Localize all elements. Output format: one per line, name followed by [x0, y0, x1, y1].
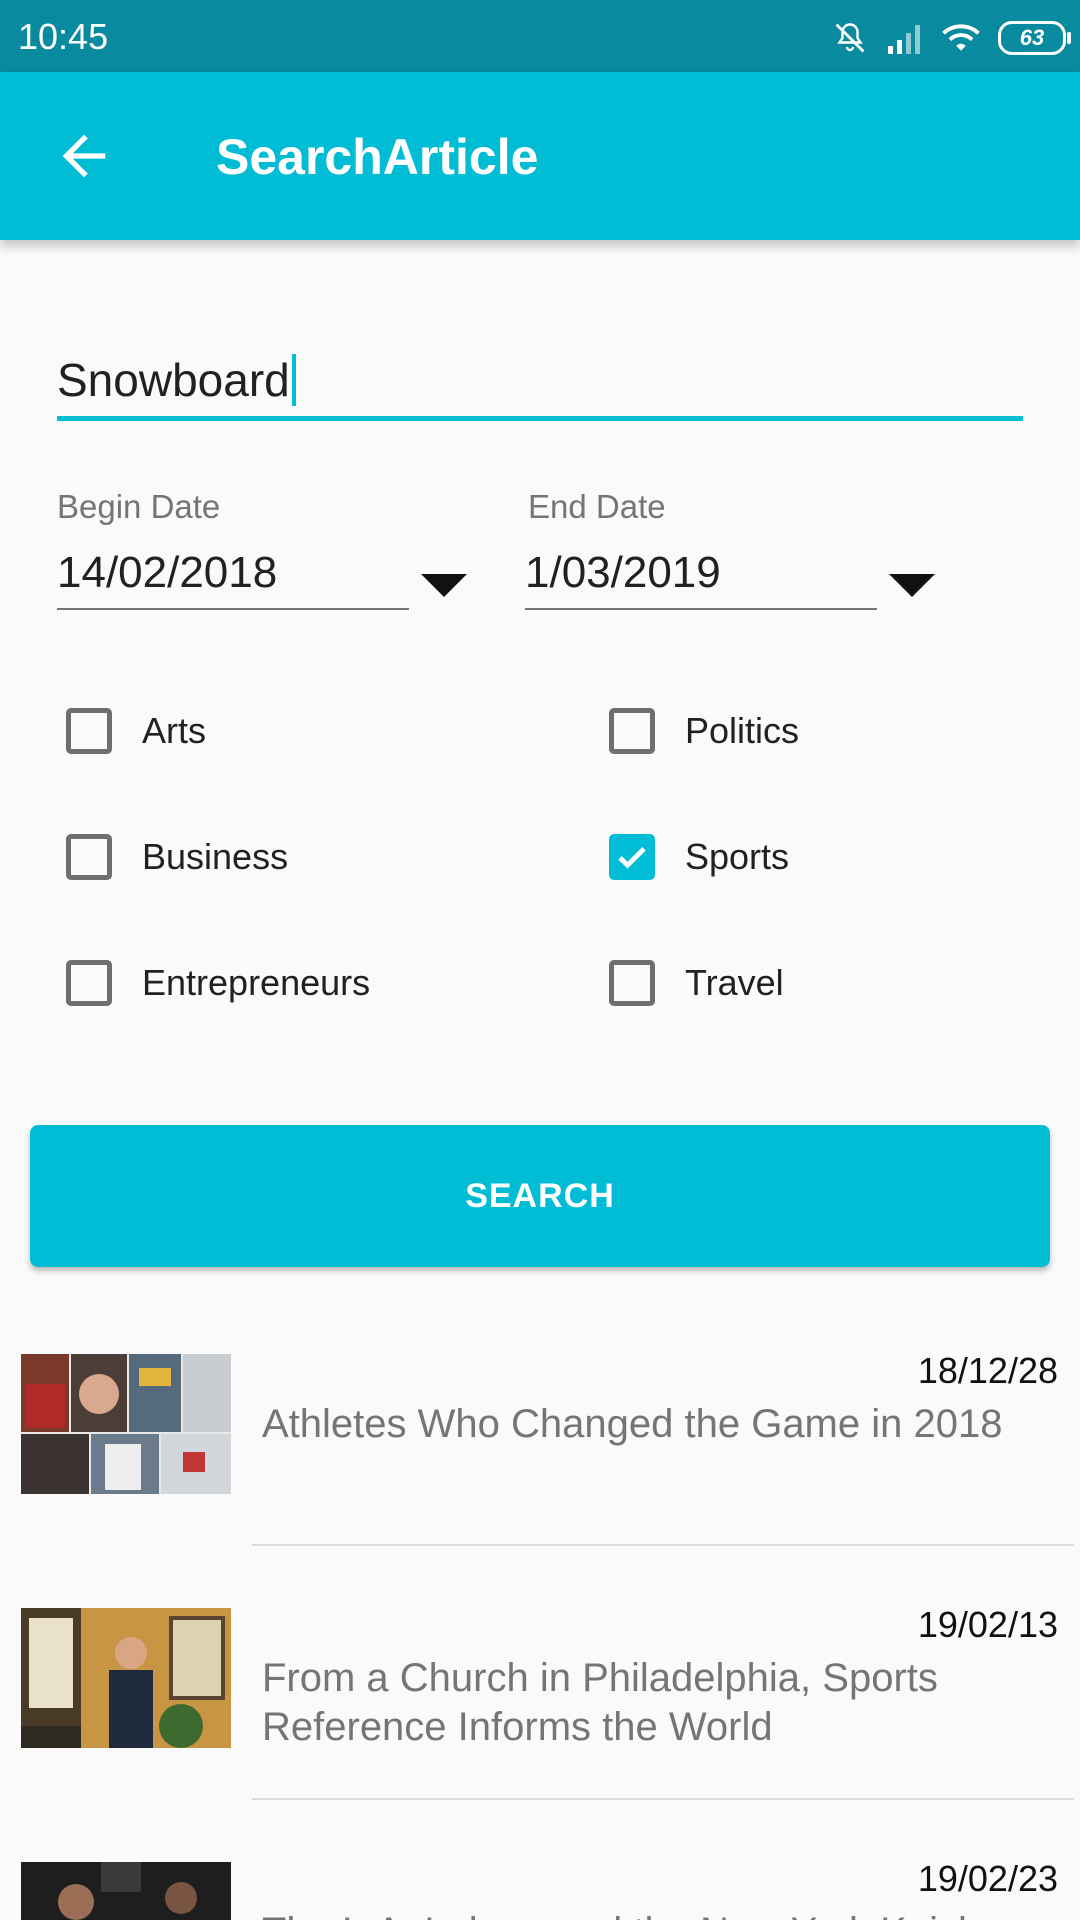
article-item[interactable]: 19/02/13 From a Church in Philadelphia, … — [0, 1584, 1080, 1836]
article-item[interactable]: 19/02/23 The L.A. Lakers and the New Yor… — [0, 1838, 1080, 1920]
article-item[interactable]: 18/12/28 Athletes Who Changed the Game i… — [0, 1330, 1080, 1582]
checkbox-travel[interactable]: Travel — [609, 960, 784, 1006]
text-cursor — [291, 354, 296, 406]
begin-date-field[interactable]: 14/02/2018 — [57, 548, 409, 610]
article-title: Athletes Who Changed the Game in 2018 — [262, 1402, 1003, 1446]
checkbox-box[interactable] — [609, 708, 655, 754]
search-input[interactable]: Snowboard — [57, 344, 1023, 421]
article-thumbnail — [21, 1354, 231, 1494]
article-date: 19/02/13 — [917, 1604, 1058, 1645]
app-bar: SearchArticle — [0, 72, 1080, 240]
search-button[interactable]: SEARCH — [30, 1125, 1050, 1267]
end-date-label: End Date — [528, 488, 666, 525]
checkbox-label: Entrepreneurs — [142, 962, 371, 1003]
status-bar: 10:45 63 — [0, 0, 1080, 72]
end-date-field[interactable]: 1/03/2019 — [525, 548, 877, 610]
checkbox-box[interactable] — [66, 834, 112, 880]
checkbox-sports[interactable]: Sports — [609, 834, 789, 880]
article-title: The L.A. Lakers and the New York Knicks:… — [262, 1908, 1062, 1920]
check-icon — [618, 847, 646, 869]
arrow-left-icon — [62, 134, 106, 178]
status-icons: 63 — [832, 18, 1071, 58]
app-title: SearchArticle — [216, 129, 539, 185]
checkbox-politics[interactable]: Politics — [609, 708, 799, 754]
article-title: From a Church in Philadelphia, Sports Re… — [262, 1656, 938, 1749]
checkbox-box[interactable] — [66, 960, 112, 1006]
end-date-value: 1/03/2019 — [525, 548, 721, 597]
checkbox-box[interactable] — [66, 708, 112, 754]
checkbox-label: Travel — [685, 962, 784, 1003]
checkbox-arts[interactable]: Arts — [66, 708, 206, 754]
divider — [252, 1798, 1074, 1800]
checkbox-entrepreneurs[interactable]: Entrepreneurs — [66, 960, 370, 1006]
checkbox-label: Politics — [685, 710, 800, 751]
checkbox-label: Arts — [142, 710, 207, 751]
signal-icon — [888, 25, 920, 54]
begin-date-dropdown-icon[interactable] — [421, 574, 467, 597]
begin-date-label: Begin Date — [57, 488, 221, 525]
checkbox-label: Business — [142, 836, 289, 877]
mute-icon — [835, 23, 865, 53]
article-thumbnail — [21, 1862, 231, 1920]
back-button[interactable] — [52, 124, 116, 188]
status-time: 10:45 — [18, 16, 109, 57]
article-thumbnail — [21, 1608, 231, 1748]
end-date-dropdown-icon[interactable] — [889, 574, 935, 597]
checkbox-business[interactable]: Business — [66, 834, 288, 880]
battery-level: 63 — [1019, 25, 1045, 50]
battery-icon: 63 — [998, 21, 1071, 55]
checkbox-label: Sports — [685, 836, 790, 877]
begin-date-value: 14/02/2018 — [57, 548, 278, 597]
wifi-icon — [942, 24, 980, 51]
search-input-value: Snowboard — [57, 354, 290, 406]
checkbox-box[interactable] — [609, 960, 655, 1006]
article-date: 19/02/23 — [917, 1858, 1058, 1899]
checkbox-box-checked[interactable] — [609, 834, 655, 880]
article-date: 18/12/28 — [917, 1350, 1058, 1391]
divider — [252, 1544, 1074, 1546]
